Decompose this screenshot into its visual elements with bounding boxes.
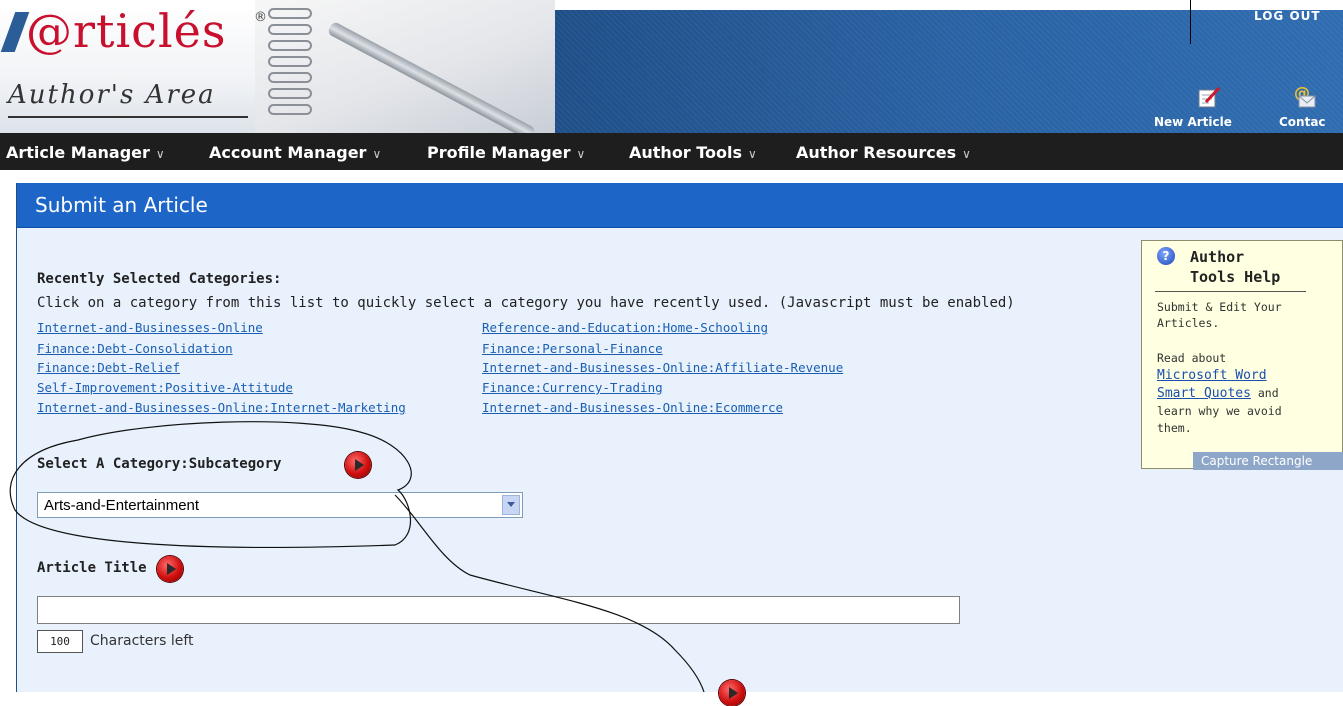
nav-author-resources[interactable]: Author Resources ∨ xyxy=(796,143,971,162)
spiral-ring xyxy=(268,72,312,83)
recent-category-link[interactable]: Self-Improvement:Positive-Attitude xyxy=(37,380,293,395)
recent-category-link[interactable]: Finance:Debt-Relief xyxy=(37,360,180,375)
nav-author-tools[interactable]: Author Tools ∨ xyxy=(629,143,757,162)
main-nav: Article Manager ∨ Account Manager ∨ Profil… xyxy=(0,133,1343,170)
smart-quotes-link[interactable]: Smart Quotes xyxy=(1157,386,1251,401)
panel-title-bar: Submit an Article xyxy=(17,183,1343,228)
recent-category-link[interactable]: Internet-and-Businesses-Online:Internet-… xyxy=(37,400,406,415)
site-logo[interactable]: @rticlés xyxy=(26,6,227,56)
registered-mark: ® xyxy=(254,10,267,25)
article-title-help-button[interactable] xyxy=(157,556,183,582)
nav-label: Profile Manager xyxy=(427,143,571,162)
spiral-ring xyxy=(268,8,312,19)
help-text: Articles. xyxy=(1157,316,1220,330)
recent-category-link[interactable]: Internet-and-Businesses-Online:Affiliate… xyxy=(482,360,843,375)
recent-category-link[interactable]: Finance:Debt-Consolidation xyxy=(37,341,233,356)
chevron-down-icon: ∨ xyxy=(576,147,586,161)
nav-label: Author Resources xyxy=(796,143,957,162)
contact-label[interactable]: Contac xyxy=(1279,115,1326,129)
logout-link[interactable]: LOG OUT xyxy=(1254,9,1321,23)
notepad-pen-icon[interactable] xyxy=(1196,84,1222,110)
help-link-line: Smart Quotes and xyxy=(1157,386,1279,401)
chevron-down-icon: ∨ xyxy=(155,147,165,161)
help-divider xyxy=(1155,291,1306,292)
help-title-line1: Author xyxy=(1190,248,1245,266)
help-text: them. xyxy=(1157,421,1192,435)
chevron-down-icon[interactable] xyxy=(502,495,520,515)
recent-category-link[interactable]: Internet-and-Businesses-Online:Ecommerce xyxy=(482,400,783,415)
chevron-down-icon: ∨ xyxy=(748,147,757,161)
spiral-ring xyxy=(268,104,312,115)
authors-area-title: Author's Area xyxy=(8,80,216,110)
capture-rectangle-badge: Capture Rectangle xyxy=(1193,452,1343,470)
article-title-label: Article Title xyxy=(37,560,147,576)
category-label: Select A Category:Subcategory xyxy=(37,456,282,472)
at-envelope-icon[interactable]: @ xyxy=(1291,82,1317,108)
help-text: learn why we avoid xyxy=(1157,404,1282,418)
subtitle-underline xyxy=(8,116,248,118)
page-title: Submit an Article xyxy=(35,193,208,217)
recent-categories-instructions: Click on a category from this list to qu… xyxy=(37,295,1015,311)
spiral-ring xyxy=(268,40,312,51)
spiral-ring xyxy=(268,56,312,67)
category-select-value: Arts-and-Entertainment xyxy=(44,497,200,514)
recent-category-link[interactable]: Finance:Personal-Finance xyxy=(482,341,663,356)
category-help-button[interactable] xyxy=(345,452,371,478)
help-title-line2: Tools Help xyxy=(1190,268,1281,286)
divider-line xyxy=(1190,0,1191,44)
nav-article-manager[interactable]: Article Manager ∨ xyxy=(6,143,165,162)
recent-category-link[interactable]: Internet-and-Businesses-Online xyxy=(37,320,263,335)
nav-profile-manager[interactable]: Profile Manager ∨ xyxy=(427,143,585,162)
recent-category-link[interactable]: Finance:Currency-Trading xyxy=(482,380,663,395)
nav-account-manager[interactable]: Account Manager ∨ xyxy=(209,143,381,162)
question-icon: ? xyxy=(1157,247,1175,265)
microsoft-word-link[interactable]: Microsoft Word xyxy=(1157,368,1267,383)
category-select[interactable]: Arts-and-Entertainment xyxy=(37,492,523,518)
recent-categories-heading: Recently Selected Categories: xyxy=(37,271,282,287)
help-text: Submit & Edit Your xyxy=(1157,300,1282,314)
nav-label: Author Tools xyxy=(629,143,743,162)
nav-label: Account Manager xyxy=(209,143,367,162)
red-help-button[interactable] xyxy=(719,680,745,706)
characters-left-label: Characters left xyxy=(90,633,194,649)
chevron-down-icon: ∨ xyxy=(372,147,382,161)
help-text: and xyxy=(1250,386,1279,400)
chevron-down-icon: ∨ xyxy=(962,147,971,161)
site-header: @rticlés ® Author's Area LOG OUT New Art… xyxy=(0,0,1343,133)
nav-label: Article Manager xyxy=(6,143,150,162)
recent-category-link[interactable]: Reference-and-Education:Home-Schooling xyxy=(482,320,768,335)
new-article-label[interactable]: New Article xyxy=(1154,115,1232,129)
spiral-ring xyxy=(268,88,312,99)
help-text: Read about xyxy=(1157,351,1227,365)
spiral-ring xyxy=(268,24,312,35)
characters-left-counter: 100 xyxy=(37,630,83,653)
article-title-input[interactable] xyxy=(37,596,960,624)
